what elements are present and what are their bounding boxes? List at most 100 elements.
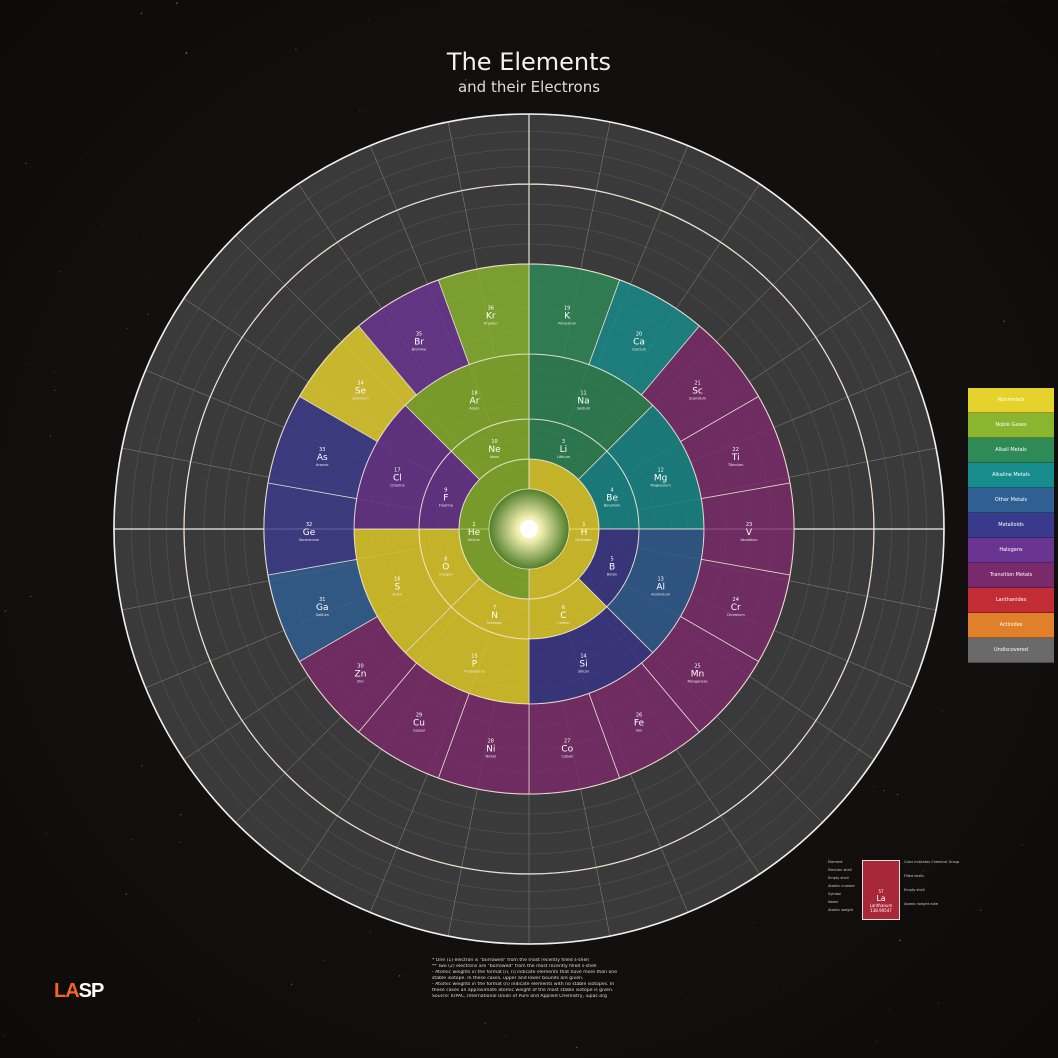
element-symbol: Kr <box>486 311 496 321</box>
legend-item: Transition Metals <box>968 563 1054 588</box>
element-symbol: Ne <box>488 445 501 455</box>
star <box>941 710 943 712</box>
key-label: Empty shell <box>828 876 849 880</box>
element-symbol: Li <box>560 445 568 455</box>
key-note: Empty shell <box>904 888 925 892</box>
star <box>287 1015 289 1017</box>
chemical-group-legend: Nonmetals Noble Gases Alkali Metals Alkalin… <box>968 388 1054 663</box>
star <box>369 930 372 933</box>
star <box>876 1040 878 1043</box>
element-name: Beryllium <box>604 504 621 508</box>
element-symbol: F <box>443 494 448 504</box>
star <box>680 993 682 994</box>
star <box>147 313 149 315</box>
star <box>775 169 776 170</box>
nucleus-center <box>520 520 538 538</box>
star <box>655 104 656 106</box>
star <box>11 359 13 361</box>
star <box>1023 944 1025 946</box>
element-name: Silicon <box>578 670 589 674</box>
star <box>1004 1 1006 3</box>
element-symbol: Si <box>579 660 587 670</box>
element-name: Manganese <box>687 679 707 683</box>
key-note: Filled shells <box>904 874 925 878</box>
key-label: Atomic number <box>828 884 855 888</box>
element-name: Calcium <box>632 347 647 351</box>
element-symbol: Mg <box>654 473 667 483</box>
element-symbol: Cr <box>731 603 741 613</box>
star <box>1030 187 1032 189</box>
element-name: Titanium <box>727 463 744 467</box>
element-symbol: B <box>609 562 615 572</box>
element-name: Gallium <box>316 613 330 617</box>
element-symbol: H <box>581 528 588 538</box>
star <box>54 389 56 391</box>
element-name: Lithium <box>557 455 571 459</box>
element-symbol: Cl <box>393 473 402 483</box>
element-name: Scandium <box>689 397 707 401</box>
star <box>1003 320 1006 323</box>
star <box>745 15 746 16</box>
element-name: Argon <box>469 406 479 410</box>
star <box>180 814 182 816</box>
key-sample-wedge: 57 La Lanthanum 138.90547 <box>862 860 900 920</box>
star <box>53 371 55 373</box>
star <box>367 18 369 20</box>
logo-part-b: SP <box>78 980 105 1002</box>
star <box>754 922 756 924</box>
element-symbol: Ga <box>316 603 329 613</box>
element-symbol: Se <box>355 387 367 397</box>
element-symbol: Sc <box>692 387 703 397</box>
star <box>877 188 879 190</box>
element-symbol: V <box>746 528 753 538</box>
element-symbol: O <box>442 562 449 572</box>
star <box>1021 844 1023 846</box>
element-name: Copper <box>413 729 426 733</box>
page-title: The Elements <box>446 48 612 76</box>
star <box>484 1022 486 1024</box>
star <box>144 272 147 274</box>
element-symbol: P <box>472 660 478 670</box>
element-symbol: Co <box>561 745 573 755</box>
star <box>888 1008 890 1010</box>
element-name: Magnesium <box>651 483 672 487</box>
footnotes: * One (1) electron is "borrowed" from th… <box>432 958 632 1000</box>
key-label: Name <box>828 900 839 904</box>
element-name: Fluorine <box>439 504 453 508</box>
key-label: Symbol <box>828 892 842 896</box>
legend-item: Nonmetals <box>968 388 1054 413</box>
star <box>1010 343 1012 345</box>
element-symbol: Mn <box>691 669 704 679</box>
star <box>86 151 87 153</box>
star <box>586 25 588 26</box>
legend-item: Undiscovered <box>968 638 1054 663</box>
star <box>126 328 128 330</box>
star <box>504 1035 507 1037</box>
star <box>25 162 27 165</box>
star <box>125 893 128 895</box>
legend-item: Lanthanides <box>968 588 1054 613</box>
star <box>358 110 361 112</box>
star <box>1035 5 1037 6</box>
legend-item: Alkali Metals <box>968 438 1054 463</box>
reading-key: Element Electron shell Empty shell Atomic n… <box>828 860 978 920</box>
element-symbol: C <box>560 611 566 621</box>
element-name: Arsenic <box>316 463 329 467</box>
element-symbol: As <box>317 453 328 463</box>
element-name: Germanium <box>299 538 320 542</box>
element-symbol: S <box>394 583 400 593</box>
star <box>59 271 61 273</box>
element-symbol: Fe <box>634 719 645 729</box>
star <box>140 12 143 15</box>
star <box>707 2 709 4</box>
element-name: Hydrogen <box>575 538 592 542</box>
star <box>13 259 15 260</box>
page-subtitle: and their Electrons <box>457 78 601 96</box>
element-name: Oxygen <box>439 572 453 576</box>
shell-rings <box>113 113 945 945</box>
key-sample-symbol: La <box>876 894 886 903</box>
star <box>698 919 699 921</box>
star <box>896 793 899 796</box>
element-symbol: He <box>468 528 481 538</box>
element-symbol: Be <box>606 494 618 504</box>
